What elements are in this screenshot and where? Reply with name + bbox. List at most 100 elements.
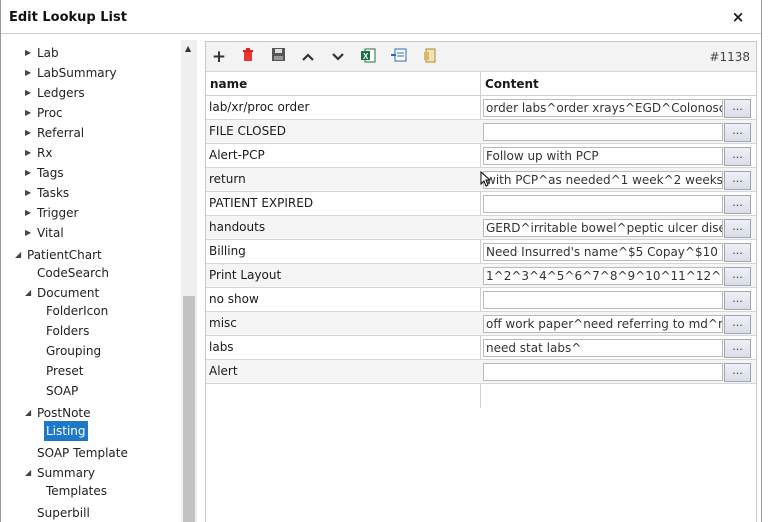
- edit-content-button[interactable]: ...: [724, 339, 751, 358]
- scroll-thumb[interactable]: [183, 296, 195, 522]
- tree-item-proc[interactable]: ▶ Proc: [25, 103, 65, 123]
- edit-content-button[interactable]: ...: [724, 363, 751, 382]
- tree-item-soap[interactable]: SOAP: [44, 381, 80, 401]
- row-content-field[interactable]: [483, 363, 723, 381]
- expand-arrow-icon[interactable]: ▶: [25, 83, 35, 103]
- tree-item-preset[interactable]: Preset: [44, 361, 85, 381]
- tree-item-summary[interactable]: ◢ Summary: [25, 463, 97, 483]
- import-icon[interactable]: [390, 48, 408, 66]
- edit-content-button[interactable]: ...: [724, 315, 751, 334]
- expand-arrow-icon[interactable]: ▶: [25, 163, 35, 183]
- table-row[interactable]: Alert ...: [206, 360, 756, 384]
- tree-item-codesearch[interactable]: CodeSearch: [35, 263, 111, 283]
- tree-item-tags[interactable]: ▶ Tags: [25, 163, 66, 183]
- tree-item-folders[interactable]: Folders: [44, 321, 91, 341]
- tree-item-patientchart[interactable]: ◢ PatientChart: [15, 245, 104, 265]
- delete-icon[interactable]: [239, 48, 257, 66]
- table-row[interactable]: labs need stat labs^ ...: [206, 336, 756, 360]
- row-content-field[interactable]: with PCP^as needed^1 week^2 weeks^3: [483, 171, 723, 189]
- row-content-field[interactable]: order labs^order xrays^EGD^Colonoscopy: [483, 99, 723, 117]
- expand-arrow-icon[interactable]: ▶: [25, 123, 35, 143]
- row-content-field[interactable]: Need Insurred's name^$5 Copay^$10 Co: [483, 243, 723, 261]
- column-header-name[interactable]: name: [210, 77, 247, 91]
- table-row[interactable]: FILE CLOSED ...: [206, 120, 756, 144]
- tree-item-listing[interactable]: Listing: [44, 421, 88, 441]
- row-name[interactable]: handouts: [209, 220, 265, 234]
- tree-item-document[interactable]: ◢ Document: [25, 283, 101, 303]
- row-name[interactable]: Billing: [209, 244, 246, 258]
- move-up-icon[interactable]: [299, 48, 317, 66]
- collapse-arrow-icon[interactable]: ◢: [25, 283, 35, 303]
- row-content-field[interactable]: [483, 291, 723, 309]
- row-name[interactable]: FILE CLOSED: [209, 124, 286, 138]
- tree-item-postnote[interactable]: ◢ PostNote: [25, 403, 93, 423]
- tree-item-superbill[interactable]: Superbill: [35, 503, 92, 522]
- edit-content-button[interactable]: ...: [724, 267, 751, 286]
- table-row[interactable]: misc off work paper^need referring to md…: [206, 312, 756, 336]
- table-row[interactable]: handouts GERD^irritable bowel^peptic ulc…: [206, 216, 756, 240]
- expand-arrow-icon[interactable]: ▶: [25, 223, 35, 243]
- edit-content-button[interactable]: ...: [724, 243, 751, 262]
- row-content-field[interactable]: GERD^irritable bowel^peptic ulcer diseas…: [483, 219, 723, 237]
- row-name[interactable]: Alert-PCP: [209, 148, 265, 162]
- expand-arrow-icon[interactable]: ▶: [25, 103, 35, 123]
- add-icon[interactable]: +: [210, 48, 228, 66]
- collapse-arrow-icon[interactable]: ◢: [25, 463, 35, 483]
- save-icon[interactable]: [269, 48, 287, 66]
- tree-scrollbar[interactable]: ▲: [181, 40, 197, 522]
- tree-item-trigger[interactable]: ▶ Trigger: [25, 203, 80, 223]
- expand-arrow-icon[interactable]: ▶: [25, 183, 35, 203]
- move-down-icon[interactable]: [329, 48, 347, 66]
- close-icon[interactable]: ×: [729, 8, 747, 26]
- edit-content-button[interactable]: ...: [724, 195, 751, 214]
- row-name[interactable]: no show: [209, 292, 259, 306]
- row-name[interactable]: misc: [209, 316, 237, 330]
- tree-item-labsummary[interactable]: ▶ LabSummary: [25, 63, 119, 83]
- tree-item-ledgers[interactable]: ▶ Ledgers: [25, 83, 87, 103]
- excel-export-icon[interactable]: X: [359, 48, 377, 66]
- row-name[interactable]: Print Layout: [209, 268, 281, 282]
- tree-item-referral[interactable]: ▶ Referral: [25, 123, 86, 143]
- table-row[interactable]: Alert-PCP Follow up with PCP ...: [206, 144, 756, 168]
- table-row[interactable]: Print Layout 1^2^3^4^5^6^7^8^9^10^11^12^…: [206, 264, 756, 288]
- lookup-grid-panel: + X #1138 name Content lab/xr/proc order…: [205, 41, 757, 522]
- edit-content-button[interactable]: ...: [724, 171, 751, 190]
- table-row[interactable]: lab/xr/proc order order labs^order xrays…: [206, 96, 756, 120]
- row-content-field[interactable]: 1^2^3^4^5^6^7^8^9^10^11^12^13^: [483, 267, 723, 285]
- collapse-arrow-icon[interactable]: ◢: [25, 403, 35, 423]
- table-row[interactable]: no show ...: [206, 288, 756, 312]
- row-name[interactable]: return: [209, 172, 246, 186]
- tree-item-soap-template[interactable]: SOAP Template: [35, 443, 130, 463]
- row-content-field[interactable]: [483, 123, 723, 141]
- row-content-field[interactable]: need stat labs^: [483, 339, 723, 357]
- tree-item-templates[interactable]: Templates: [44, 481, 109, 501]
- tree-item-rx[interactable]: ▶ Rx: [25, 143, 54, 163]
- edit-content-button[interactable]: ...: [724, 219, 751, 238]
- row-name[interactable]: PATIENT EXPIRED: [209, 196, 313, 210]
- table-row[interactable]: Billing Need Insurred's name^$5 Copay^$1…: [206, 240, 756, 264]
- table-row[interactable]: PATIENT EXPIRED ...: [206, 192, 756, 216]
- row-content-field[interactable]: Follow up with PCP: [483, 147, 723, 165]
- tree-item-lab[interactable]: ▶ Lab: [25, 43, 61, 63]
- scroll-up-arrow-icon[interactable]: ▲: [185, 44, 191, 53]
- expand-arrow-icon[interactable]: ▶: [25, 43, 35, 63]
- edit-content-button[interactable]: ...: [724, 99, 751, 118]
- expand-arrow-icon[interactable]: ▶: [25, 63, 35, 83]
- expand-arrow-icon[interactable]: ▶: [25, 203, 35, 223]
- expand-arrow-icon[interactable]: ▶: [25, 143, 35, 163]
- edit-content-button[interactable]: ...: [724, 123, 751, 142]
- row-content-field[interactable]: off work paper^need referring to md^ne: [483, 315, 723, 333]
- tree-item-vital[interactable]: ▶ Vital: [25, 223, 66, 243]
- collapse-arrow-icon[interactable]: ◢: [15, 245, 25, 265]
- row-name[interactable]: lab/xr/proc order: [209, 100, 309, 114]
- row-name[interactable]: Alert: [209, 364, 238, 378]
- tree-item-grouping[interactable]: Grouping: [44, 341, 103, 361]
- export-script-icon[interactable]: [421, 48, 439, 66]
- edit-content-button[interactable]: ...: [724, 147, 751, 166]
- edit-content-button[interactable]: ...: [724, 291, 751, 310]
- row-content-field[interactable]: [483, 195, 723, 213]
- tree-item-tasks[interactable]: ▶ Tasks: [25, 183, 71, 203]
- tree-item-foldericon[interactable]: FolderIcon: [44, 301, 110, 321]
- row-name[interactable]: labs: [209, 340, 234, 354]
- column-header-content[interactable]: Content: [485, 77, 539, 91]
